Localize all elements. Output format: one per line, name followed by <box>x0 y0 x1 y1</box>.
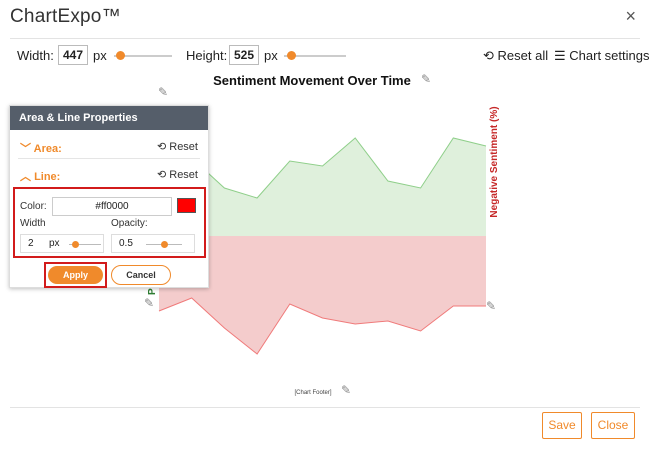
color-input[interactable]: #ff0000 <box>52 197 172 216</box>
divider <box>10 407 640 408</box>
toolbar: Width: 447 px Height: 525 px ⟲ Reset all… <box>0 44 650 68</box>
title-bar: ChartExpo™ × <box>0 0 650 36</box>
reset-icon: ⟲ <box>156 169 167 181</box>
height-unit: px <box>264 48 278 63</box>
opacity-slider[interactable] <box>146 241 182 248</box>
line-width-label: Width <box>20 218 46 229</box>
line-section-row[interactable]: ︿ Line: ⟲ Reset <box>10 162 208 186</box>
apply-button[interactable]: Apply <box>48 266 103 284</box>
chevron-down-icon: ﹀ <box>20 143 31 155</box>
line-width-unit: px <box>49 238 60 249</box>
line-width-slider[interactable] <box>69 241 101 248</box>
line-section-label: ︿ Line: <box>20 168 60 184</box>
width-label: Width: <box>17 48 54 63</box>
area-reset-label: Reset <box>169 141 198 153</box>
chart-settings-button[interactable]: ☰ Chart settings <box>554 48 649 64</box>
line-reset-button[interactable]: ⟲ Reset <box>157 168 198 181</box>
reset-icon: ⟲ <box>483 48 494 63</box>
edit-left-axis-pencil-icon[interactable]: ✎ <box>158 85 168 99</box>
line-label: Line: <box>34 171 61 183</box>
line-settings-box: Color: #ff0000 Width 2 px Opacity: 0.5 <box>13 187 206 258</box>
reset-icon: ⟲ <box>156 141 167 153</box>
height-slider[interactable] <box>284 51 346 60</box>
area-label: Area: <box>33 143 62 155</box>
apply-highlight: Apply <box>44 262 107 288</box>
panel-title: Area & Line Properties <box>10 106 208 130</box>
opacity-value[interactable]: 0.5 <box>119 238 133 249</box>
opacity-slider-handle[interactable] <box>160 241 168 248</box>
right-axis-label[interactable]: Negative Sentiment (%) <box>489 106 500 217</box>
divider <box>18 158 200 159</box>
width-slider[interactable] <box>114 51 172 60</box>
line-reset-label: Reset <box>169 169 198 181</box>
reset-all-label: Reset all <box>497 48 549 63</box>
save-button[interactable]: Save <box>542 412 582 439</box>
width-unit: px <box>93 48 107 63</box>
close-button[interactable]: Close <box>591 412 635 439</box>
color-label: Color: <box>20 201 47 212</box>
chevron-up-icon: ︿ <box>20 171 31 183</box>
height-label: Height: <box>186 48 228 63</box>
edit-right-axis-pencil-icon[interactable]: ✎ <box>486 299 496 313</box>
color-swatch[interactable] <box>177 198 196 213</box>
chart-footer[interactable]: [Chart Footer] <box>294 390 331 396</box>
line-width-slider-handle[interactable] <box>71 241 79 248</box>
chart-settings-label: Chart settings <box>569 48 650 63</box>
chart-title[interactable]: Sentiment Movement Over Time <box>213 73 411 88</box>
close-icon[interactable]: × <box>625 6 636 27</box>
cancel-button[interactable]: Cancel <box>111 265 171 285</box>
edit-left-axis-bottom-pencil-icon[interactable]: ✎ <box>144 296 154 310</box>
settings-sliders-icon: ☰ <box>554 48 566 63</box>
width-input[interactable]: 447 <box>58 45 88 65</box>
opacity-label: Opacity: <box>111 218 148 229</box>
height-input[interactable]: 525 <box>229 45 259 65</box>
left-axis-label[interactable]: P <box>147 288 158 295</box>
line-width-control[interactable]: 2 px <box>20 234 104 253</box>
line-width-value[interactable]: 2 <box>28 238 34 249</box>
edit-title-pencil-icon[interactable]: ✎ <box>421 72 431 86</box>
edit-footer-pencil-icon[interactable]: ✎ <box>341 383 351 397</box>
area-section-row[interactable]: ﹀ Area: ⟲ Reset <box>10 134 208 158</box>
app-title: ChartExpo™ <box>10 6 121 27</box>
reset-all-button[interactable]: ⟲ Reset all <box>483 48 548 64</box>
opacity-control[interactable]: 0.5 <box>111 234 195 253</box>
width-slider-handle[interactable] <box>116 51 126 60</box>
divider <box>10 38 640 39</box>
area-reset-button[interactable]: ⟲ Reset <box>157 140 198 153</box>
area-section-label: ﹀ Area: <box>20 140 62 156</box>
height-slider-handle[interactable] <box>286 51 296 60</box>
